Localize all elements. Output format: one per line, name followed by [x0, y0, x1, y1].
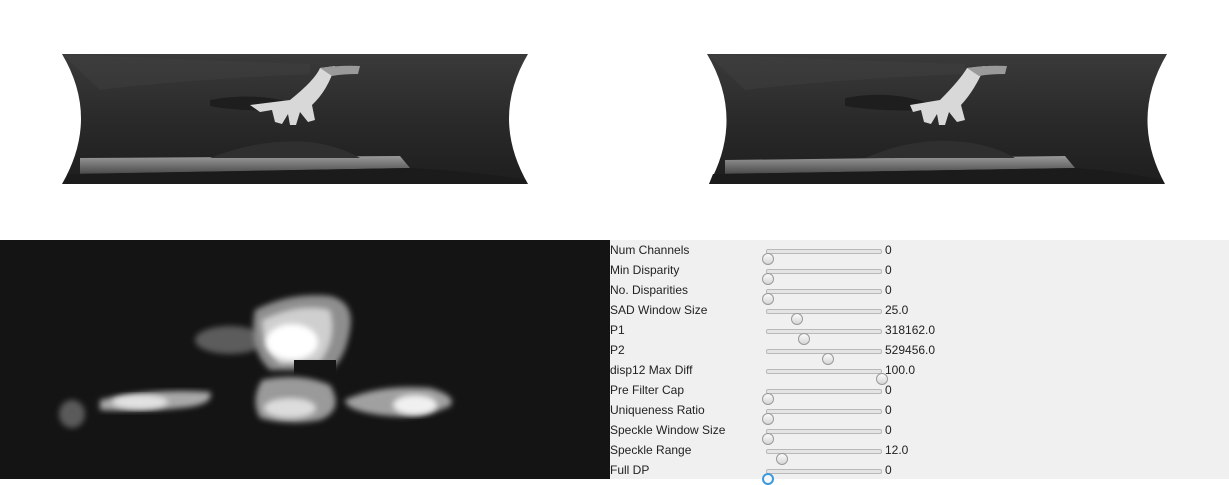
- stereo-parameter-controls: Num Channels 0 Min Disparity 0 No. Dispa…: [610, 240, 1229, 485]
- pre-filter-cap-slider[interactable]: [762, 389, 882, 405]
- speckle-range-slider[interactable]: [766, 449, 882, 465]
- right-rectified-image: [707, 54, 1167, 184]
- param-value: 0: [885, 383, 892, 397]
- param-label: P1: [610, 323, 625, 337]
- param-label: Uniqueness Ratio: [610, 403, 705, 417]
- param-label: Speckle Window Size: [610, 423, 726, 437]
- param-row-min-disparity: Min Disparity 0: [610, 260, 1229, 285]
- param-label: Pre Filter Cap: [610, 383, 685, 397]
- param-label: Min Disparity: [610, 263, 680, 277]
- p1-slider[interactable]: [766, 329, 882, 345]
- disparity-map: [0, 240, 610, 479]
- param-row-sad-window-size: SAD Window Size 25.0: [610, 300, 1229, 325]
- param-value: 12.0: [885, 443, 909, 457]
- param-value: 0: [885, 263, 892, 277]
- num-disparities-slider[interactable]: [762, 289, 882, 305]
- param-row-num-disparities: No. Disparities 0: [610, 280, 1229, 305]
- min-disparity-slider[interactable]: [762, 269, 882, 285]
- left-rectified-image: [62, 54, 528, 184]
- param-label: disp12 Max Diff: [610, 363, 693, 377]
- disp12-max-diff-slider[interactable]: [766, 369, 888, 385]
- param-row-disp12-max-diff: disp12 Max Diff 100.0: [610, 360, 1229, 385]
- param-label: Speckle Range: [610, 443, 692, 457]
- param-value: 0: [885, 423, 892, 437]
- param-label: SAD Window Size: [610, 303, 708, 317]
- param-label: Full DP: [610, 463, 650, 477]
- param-value: 529456.0: [885, 343, 936, 357]
- sad-window-size-slider[interactable]: [766, 309, 882, 325]
- param-row-speckle-window-size: Speckle Window Size 0: [610, 420, 1229, 445]
- slider-thumb[interactable]: [762, 473, 774, 485]
- param-row-num-channels: Num Channels 0: [610, 240, 1229, 265]
- param-row-p2: P2 529456.0: [610, 340, 1229, 365]
- param-value: 318162.0: [885, 323, 936, 337]
- param-value: 25.0: [885, 303, 909, 317]
- param-label: Num Channels: [610, 243, 690, 257]
- param-label: P2: [610, 343, 625, 357]
- param-row-speckle-range: Speckle Range 12.0: [610, 440, 1229, 465]
- param-row-p1: P1 318162.0: [610, 320, 1229, 345]
- param-row-full-dp: Full DP 0: [610, 460, 1229, 485]
- param-row-pre-filter-cap: Pre Filter Cap 0: [610, 380, 1229, 405]
- p2-slider[interactable]: [766, 349, 882, 365]
- param-label: No. Disparities: [610, 283, 689, 297]
- param-value: 0: [885, 463, 892, 477]
- num-channels-slider[interactable]: [762, 249, 882, 265]
- param-value: 100.0: [885, 363, 916, 377]
- uniqueness-ratio-slider[interactable]: [762, 409, 882, 425]
- full-dp-slider[interactable]: [762, 469, 882, 485]
- speckle-window-size-slider[interactable]: [762, 429, 882, 445]
- param-value: 0: [885, 283, 892, 297]
- param-row-uniqueness-ratio: Uniqueness Ratio 0: [610, 400, 1229, 425]
- param-value: 0: [885, 403, 892, 417]
- param-value: 0: [885, 243, 892, 257]
